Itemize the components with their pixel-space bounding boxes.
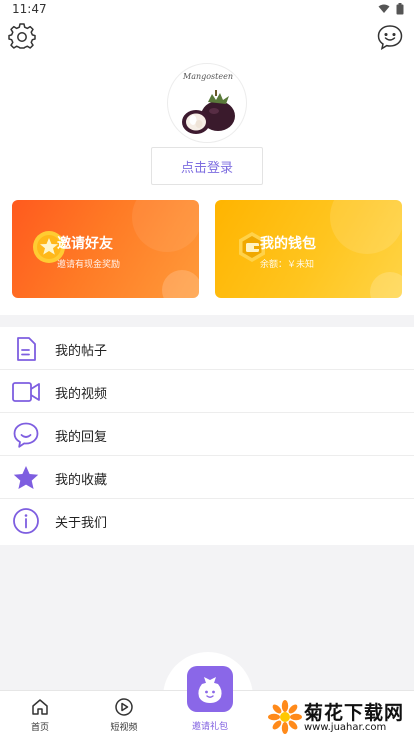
- invite-friends-card[interactable]: 邀请好友 邀请有现金奖励: [12, 200, 199, 298]
- gift-bag-icon: [198, 677, 222, 703]
- tab-short-video-label: 短视频: [110, 723, 138, 733]
- card-decoration: [162, 270, 199, 298]
- gear-icon[interactable]: [8, 23, 36, 51]
- menu-item-replies[interactable]: 我的回复: [0, 413, 414, 456]
- menu-item-label: 关于我们: [55, 516, 108, 531]
- info-icon: [13, 508, 39, 534]
- battery-icon: [396, 3, 404, 15]
- flower-logo-icon: [268, 700, 302, 734]
- watermark: 菊花下载网 www.juahar.com: [268, 698, 408, 736]
- menu-list: 我的帖子 我的视频 我的回复 我的收藏 关于我们: [0, 327, 414, 545]
- tab-short-video[interactable]: 短视频: [84, 691, 164, 737]
- tab-home[interactable]: 首页: [0, 691, 80, 737]
- watermark-url: www.juahar.com: [304, 722, 387, 733]
- status-icons: [378, 3, 404, 15]
- star-icon: [13, 466, 39, 489]
- menu-item-label: 我的视频: [55, 387, 108, 402]
- card-decoration: [330, 200, 402, 254]
- play-circle-icon: [115, 698, 133, 716]
- login-button[interactable]: 点击登录: [151, 147, 263, 185]
- home-icon: [32, 699, 48, 715]
- avatar[interactable]: Mangosteen: [167, 63, 247, 143]
- status-time: 11:47: [12, 2, 47, 16]
- menu-item-about[interactable]: 关于我们: [0, 499, 414, 542]
- chat-smile-icon[interactable]: [376, 23, 404, 51]
- watermark-text: 菊花下载网: [304, 702, 405, 724]
- wifi-icon: [378, 4, 390, 13]
- menu-item-label: 我的回复: [55, 430, 108, 445]
- card-decoration: [132, 200, 199, 252]
- wallet-card-balance: 余额：￥未知: [260, 260, 315, 270]
- menu-item-label: 我的收藏: [55, 473, 108, 488]
- chat-bubble-icon: [13, 422, 39, 448]
- profile-header: Mangosteen 点击登录 邀请好友 邀请有现金奖励 我的钱包 余额：￥未知: [0, 20, 414, 315]
- wallet-card-title: 我的钱包: [260, 236, 316, 252]
- status-bar: 11:47: [0, 0, 414, 20]
- tab-invite-gift[interactable]: [187, 666, 233, 712]
- menu-item-videos[interactable]: 我的视频: [0, 370, 414, 413]
- menu-item-label: 我的帖子: [55, 344, 108, 359]
- wallet-card[interactable]: 我的钱包 余额：￥未知: [215, 200, 402, 298]
- video-camera-icon: [12, 382, 40, 402]
- invite-card-subtitle: 邀请有现金奖励: [57, 260, 121, 270]
- menu-item-favorites[interactable]: 我的收藏: [0, 456, 414, 499]
- tab-home-label: 首页: [30, 723, 49, 733]
- invite-card-title: 邀请好友: [57, 236, 113, 252]
- card-decoration: [370, 272, 402, 298]
- menu-item-posts[interactable]: 我的帖子: [0, 327, 414, 370]
- document-icon: [17, 337, 36, 361]
- tab-invite-gift-label: 邀请礼包: [191, 722, 228, 732]
- mangosteen-image: [182, 90, 235, 134]
